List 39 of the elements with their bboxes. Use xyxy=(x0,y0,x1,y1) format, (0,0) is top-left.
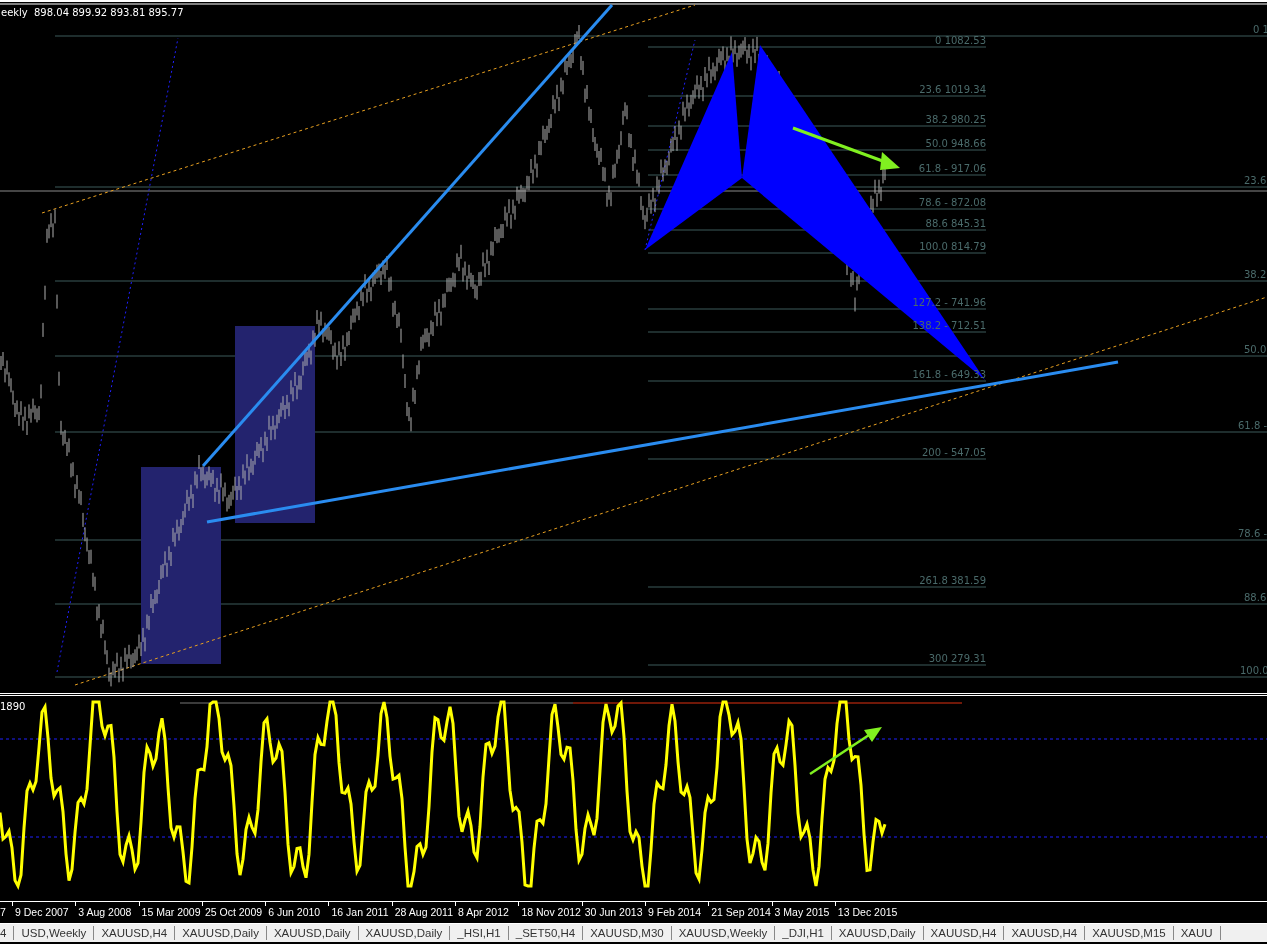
fib-level-label: 200 - 547.05 xyxy=(921,447,986,458)
chart-tab[interactable]: XAUUSD,Daily xyxy=(831,926,924,940)
date-label: 28 Aug 2011 xyxy=(391,902,456,920)
fib-level-label: 38.2 980.25 xyxy=(925,114,986,125)
chart-tab[interactable]: XAUUSD,H4 xyxy=(94,926,176,940)
chart-tab[interactable]: XAUUSD,M30 xyxy=(583,926,672,940)
symbol-label: eekly xyxy=(1,7,28,18)
chart-tab[interactable]: XAUUSD,Weekly xyxy=(671,926,776,940)
date-label: 7 xyxy=(0,905,7,920)
fib-level-label: 0 1082.53 xyxy=(935,35,986,46)
fib-level-label: 61.8 - xyxy=(1238,420,1267,431)
fib-level-label: 78.6 - xyxy=(1238,528,1267,539)
chart-tab[interactable]: XAUUSD,M15 xyxy=(1085,926,1174,940)
fib-level-label: 88.6 xyxy=(1244,592,1267,603)
chart-tab[interactable]: _DJI,H1 xyxy=(775,926,832,940)
fib-level-label: 88.6 845.31 xyxy=(925,218,986,229)
chart-tab[interactable]: XAUUSD,Daily xyxy=(266,926,359,940)
fib-level-label: 300 279.31 xyxy=(928,653,986,664)
fib-level-label: 78.6 - 872.08 xyxy=(918,197,986,208)
date-label: 21 Sep 2014 xyxy=(708,902,772,920)
chart-tab[interactable]: USD,Weekly xyxy=(14,926,95,940)
chart-tab[interactable]: _HSI,H1 xyxy=(450,926,509,940)
fib-level-label: 261.8 381.59 xyxy=(919,575,986,586)
fib-level-label: 61.8 - 917.06 xyxy=(918,163,986,174)
fib-level-label: 50.0 948.66 xyxy=(925,138,986,149)
fib-level-label: 23.6 xyxy=(1244,175,1267,186)
fib-level-label: 23.6 1019.34 xyxy=(919,84,986,95)
chart-tab[interactable]: XAUUSD,Daily xyxy=(358,926,451,940)
fib-level-label: 100.0 814.79 xyxy=(919,241,986,252)
fib-level-label: 38.2 xyxy=(1244,269,1267,280)
ohlc-values: 898.04 899.92 893.81 895.77 xyxy=(34,7,184,18)
indicator-label: 1890 xyxy=(0,701,26,712)
chart-tab[interactable]: _SET50,H4 xyxy=(508,926,584,940)
fib-level-label: 50.0 xyxy=(1244,344,1267,355)
chart-tab[interactable]: 4 xyxy=(0,926,15,940)
chart-tab[interactable]: XAUUSD,Daily xyxy=(175,926,267,940)
chart-tab[interactable]: XAUUSD,H4 xyxy=(923,926,1005,940)
chart-tab[interactable]: XAUU xyxy=(1173,926,1221,940)
chart-tab[interactable]: XAUUSD,H4 xyxy=(1004,926,1086,940)
